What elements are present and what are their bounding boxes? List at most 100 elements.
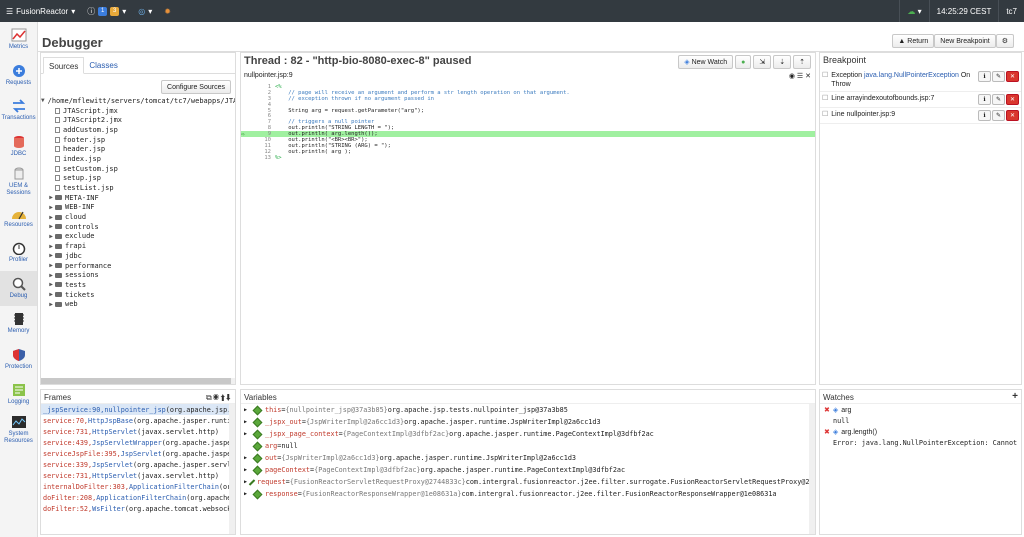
tree-folder[interactable]: ▶ frapi — [41, 241, 235, 251]
variable-row[interactable]: ▶ _jspx_out = {JspWriterImpl@2a6cc1d3} or… — [241, 416, 815, 428]
record-icon[interactable]: ◉ — [213, 393, 220, 402]
breakpoint-exception-link[interactable]: java.lang.NullPointerException — [864, 72, 959, 79]
nav-uem-sessions[interactable]: UEM & Sessions — [0, 164, 37, 200]
new-watch-button[interactable]: ◈ New Watch — [678, 55, 734, 69]
tab-classes[interactable]: Classes — [84, 57, 122, 73]
add-watch-icon[interactable]: + — [1012, 392, 1018, 402]
tree-file[interactable]: setCustom.jsp — [41, 164, 235, 174]
variable-row[interactable]: arg = null — [241, 440, 815, 452]
remove-watch-icon[interactable]: ✖ — [824, 428, 830, 436]
frame-row[interactable]: _jspService:90, nullpointer_jsp (org.apa… — [41, 404, 235, 415]
edit-button[interactable]: ✎ — [992, 94, 1005, 105]
frame-row[interactable]: internalDoFilter:303, ApplicationFilterC… — [41, 481, 235, 492]
step-into-button[interactable]: ⇣ — [773, 55, 792, 69]
tree-file[interactable]: addCustom.jsp — [41, 125, 235, 135]
instance-name[interactable]: tc7 — [998, 0, 1024, 22]
expand-right-icon[interactable]: ▶ — [244, 455, 250, 461]
vertical-scrollbar[interactable] — [809, 404, 815, 534]
new-breakpoint-button[interactable]: New Breakpoint — [934, 34, 996, 48]
current-line-arrow-icon[interactable]: ⇨ — [241, 131, 255, 138]
expand-right-icon[interactable]: ▶ — [244, 479, 247, 485]
tree-file[interactable]: header.jsp — [41, 144, 235, 154]
tree-file[interactable]: JTAScript2.jmx — [41, 115, 235, 125]
frame-row[interactable]: service:731, HttpServlet (javax.servlet.… — [41, 426, 235, 437]
notifications-menu[interactable]: ⓘ 1 3 ▾ — [81, 0, 132, 22]
nav-profiler[interactable]: Profiler — [0, 235, 37, 271]
nav-memory[interactable]: Memory — [0, 306, 37, 342]
tree-folder[interactable]: ▶ tickets — [41, 290, 235, 300]
breakpoint-item[interactable]: ☐ Line arrayindexoutofbounds.jsp:7 ℹ ✎ ✕ — [820, 92, 1021, 108]
tree-file[interactable]: JTAScript.jmx — [41, 106, 235, 116]
frame-row[interactable]: doFilter:52, WsFilter (org.apache.tomcat… — [41, 503, 235, 514]
tree-folder[interactable]: ▶ tests — [41, 280, 235, 290]
variable-row[interactable]: ▶ out = {JspWriterImpl@2a6cc1d3} org.apac… — [241, 452, 815, 464]
tree-folder[interactable]: ▶ web — [41, 299, 235, 309]
nav-system-resources[interactable]: System Resources — [0, 413, 37, 449]
debug-bug-button[interactable]: ✹ — [158, 0, 177, 22]
frame-row[interactable]: serviceJspFile:395, JspServlet (org.apac… — [41, 448, 235, 459]
return-button[interactable]: ▲ Return — [892, 34, 935, 48]
nav-jdbc[interactable]: JDBC — [0, 129, 37, 165]
delete-button[interactable]: ✕ — [1006, 94, 1019, 105]
variable-row[interactable]: ▶ pageContext = {PageContextImpl@3dfbf2ac… — [241, 464, 815, 476]
settings-button[interactable]: ⚙ — [995, 34, 1014, 48]
nav-resources[interactable]: Resources — [0, 200, 37, 236]
watch-item[interactable]: ✖ ◈ arg.length() — [820, 426, 1021, 438]
watch-item[interactable]: ✖ ◈ arg — [820, 404, 1021, 416]
tree-folder[interactable]: ▶ performance — [41, 261, 235, 271]
tree-folder[interactable]: ▶ exclude — [41, 232, 235, 242]
tree-folder[interactable]: ▶ META-INF — [41, 193, 235, 203]
variable-row[interactable]: ▶ response = {FusionReactorResponseWrappe… — [241, 488, 815, 500]
expand-right-icon[interactable]: ▶ — [244, 419, 250, 425]
frame-row[interactable]: service:731, HttpServlet (javax.servlet.… — [41, 470, 235, 481]
remove-watch-icon[interactable]: ✖ — [824, 406, 830, 414]
nav-requests[interactable]: Requests — [0, 58, 37, 94]
info-button[interactable]: ℹ — [978, 94, 991, 105]
frame-row[interactable]: service:439, JspServletWrapper (org.apac… — [41, 437, 235, 448]
frame-row[interactable]: doFilter:208, ApplicationFilterChain (or… — [41, 492, 235, 503]
step-over-button[interactable]: ⇲ — [753, 55, 772, 69]
tab-sources[interactable]: Sources — [43, 57, 85, 74]
frame-row[interactable]: service:339, JspServlet (org.apache.jasp… — [41, 459, 235, 470]
tree-root[interactable]: ▼ /home/mflewitt/servers/tomcat/tc7/weba… — [41, 96, 235, 106]
tree-folder[interactable]: ▶ cloud — [41, 212, 235, 222]
expand-right-icon[interactable]: ▶ — [244, 491, 250, 497]
resume-button[interactable]: ● — [735, 55, 752, 69]
tree-folder[interactable]: ▶ WEB-INF — [41, 203, 235, 213]
code-view-controls[interactable]: ◉ ☰ ✕ — [789, 72, 811, 80]
edit-button[interactable]: ✎ — [992, 71, 1005, 82]
expand-right-icon[interactable]: ▶ — [244, 431, 250, 437]
configure-sources-button[interactable]: Configure Sources — [161, 80, 231, 94]
cloud-status[interactable]: ☁ ▾ — [899, 0, 928, 22]
expand-right-icon[interactable]: ▶ — [244, 467, 250, 473]
external-link-icon[interactable]: ⧉ — [206, 393, 213, 402]
arrow-down-icon[interactable]: ⬇ — [226, 393, 232, 402]
tree-file[interactable]: index.jsp — [41, 154, 235, 164]
horizontal-scrollbar[interactable] — [41, 378, 235, 384]
tree-folder[interactable]: ▶ sessions — [41, 270, 235, 280]
delete-button[interactable]: ✕ — [1006, 71, 1019, 82]
brand-menu[interactable]: ☰ FusionReactor ▾ — [0, 7, 81, 16]
nav-metrics[interactable]: Metrics — [0, 22, 37, 58]
delete-button[interactable]: ✕ — [1006, 110, 1019, 121]
edit-button[interactable]: ✎ — [992, 110, 1005, 121]
nav-debug[interactable]: Debug — [0, 270, 37, 306]
vertical-scrollbar[interactable] — [229, 404, 235, 534]
tree-folder[interactable]: ▶ jdbc — [41, 251, 235, 261]
variable-row[interactable]: ▶ _jspx_page_context = {PageContextImpl@3… — [241, 428, 815, 440]
nav-protection[interactable]: Protection — [0, 342, 37, 378]
nav-logging[interactable]: Logging — [0, 377, 37, 413]
tree-folder[interactable]: ▶ controls — [41, 222, 235, 232]
cloud-globe-menu[interactable]: ◎ ▾ — [132, 0, 158, 22]
variable-row[interactable]: ▶ this = {nullpointer_jsp@37a3b85} org.ap… — [241, 404, 815, 416]
tree-file[interactable]: setup.jsp — [41, 174, 235, 184]
source-code-view[interactable]: 1 <% 2 // page will receive an argument an… — [241, 84, 815, 161]
info-button[interactable]: ℹ — [978, 110, 991, 121]
nav-transactions[interactable]: Transactions — [0, 93, 37, 129]
info-button[interactable]: ℹ — [978, 71, 991, 82]
code-line[interactable]: 13 %> — [241, 155, 815, 161]
step-out-button[interactable]: ⇡ — [793, 55, 811, 69]
tree-file[interactable]: footer.jsp — [41, 135, 235, 145]
frame-row[interactable]: service:70, HttpJspBase (org.apache.jasp… — [41, 415, 235, 426]
breakpoint-item[interactable]: ☐ Line nullpointer.jsp:9 ℹ ✎ ✕ — [820, 108, 1021, 124]
